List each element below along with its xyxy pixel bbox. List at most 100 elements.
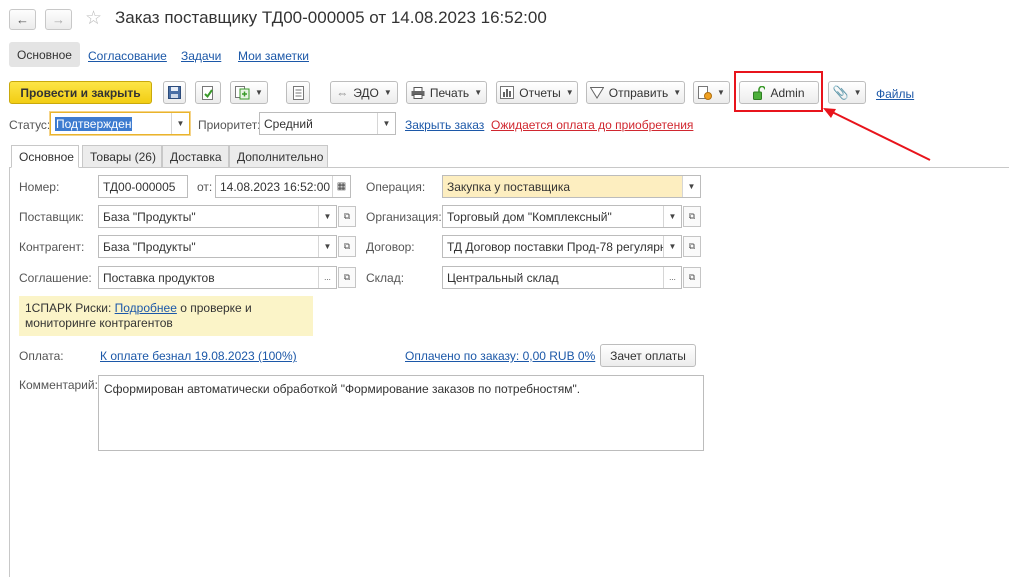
contract-label: Договор:	[366, 240, 415, 254]
send-icon	[589, 86, 604, 99]
spark-risks-panel: 1СПАРК Риски: Подробнее о проверке и мон…	[19, 296, 313, 336]
counterparty-label: Контрагент:	[19, 240, 85, 254]
nav-main[interactable]: Основное	[9, 42, 80, 67]
back-button[interactable]: ←	[9, 9, 36, 30]
open-icon: ⧉	[343, 241, 351, 251]
calendar-icon[interactable]: ▦	[332, 176, 350, 197]
comment-textarea[interactable]: Сформирован автоматически обработкой "Фо…	[98, 375, 704, 451]
open-supplier-button[interactable]: ⧉	[338, 206, 356, 227]
post-document-icon	[202, 85, 213, 100]
agreement-field[interactable]: Поставка продуктов ...	[98, 266, 337, 289]
organization-field[interactable]: Торговый дом "Комплексный" ▼	[442, 205, 682, 228]
print-button[interactable]: Печать ▼	[406, 81, 487, 104]
open-icon: ⧉	[688, 241, 696, 251]
annotation-arrow	[823, 108, 931, 161]
operation-select[interactable]: Закупка у поставщика ▼	[442, 175, 701, 198]
attachment-button[interactable]: 📎 ▼	[828, 81, 866, 104]
nav-approval[interactable]: Согласование	[88, 49, 167, 63]
paperclip-icon: 📎	[832, 84, 849, 100]
status-select[interactable]: Подтвержден ▼	[50, 112, 190, 135]
date-field[interactable]: 14.08.2023 16:52:00 ▦	[215, 175, 351, 198]
chevron-down-icon: ▼	[853, 88, 862, 97]
reports-button[interactable]: Отчеты ▼	[496, 81, 578, 104]
printer-icon	[411, 86, 425, 99]
document-list-button[interactable]	[286, 81, 310, 104]
priority-select[interactable]: Средний ▼	[259, 112, 396, 135]
chevron-down-icon[interactable]: ▼	[171, 113, 189, 134]
chevron-down-icon[interactable]: ▼	[377, 113, 395, 134]
chevron-down-icon: ▼	[383, 88, 392, 97]
priority-label: Приоритет:	[198, 118, 261, 132]
date-from-label: от:	[197, 180, 213, 194]
open-icon: ⧉	[688, 272, 696, 282]
open-icon: ⧉	[343, 272, 351, 282]
organization-label: Организация:	[366, 210, 442, 224]
spark-details-link[interactable]: Подробнее	[115, 301, 177, 315]
tab-additional[interactable]: Дополнительно	[229, 145, 328, 168]
send-button[interactable]: Отправить ▼	[586, 81, 685, 104]
payment-schedule-link[interactable]: К оплате безнал 19.08.2023 (100%)	[100, 349, 297, 363]
open-icon: ⧉	[688, 211, 696, 221]
counterparty-field[interactable]: База "Продукты" ▼	[98, 235, 337, 258]
chevron-down-icon: ▼	[255, 88, 263, 97]
close-order-link[interactable]: Закрыть заказ	[405, 118, 484, 132]
chevron-down-icon: ▼	[717, 88, 725, 97]
operation-label: Операция:	[366, 180, 426, 194]
chevron-down-icon: ▼	[565, 88, 574, 97]
open-counterparty-button[interactable]: ⧉	[338, 236, 356, 257]
star-icon[interactable]: ☆	[85, 7, 102, 30]
tab-goods[interactable]: Товары (26)	[82, 145, 162, 168]
related-documents-button[interactable]: ▼	[693, 81, 730, 104]
number-label: Номер:	[19, 180, 60, 194]
reports-icon	[500, 86, 515, 99]
create-based-on-icon	[235, 85, 250, 99]
more-icon[interactable]: ...	[663, 267, 681, 288]
tab-divider	[9, 167, 1009, 168]
arrow-right-icon: →	[52, 12, 65, 27]
open-agreement-button[interactable]: ⧉	[338, 267, 356, 288]
arrow-left-icon: ←	[16, 12, 29, 27]
supplier-field[interactable]: База "Продукты" ▼	[98, 205, 337, 228]
related-documents-icon	[698, 85, 713, 100]
contract-field[interactable]: ТД Договор поставки Прод-78 регулярны ▼	[442, 235, 682, 258]
nav-my-notes[interactable]: Мои заметки	[238, 49, 309, 63]
page-title: Заказ поставщику ТД00-000005 от 14.08.20…	[115, 8, 547, 27]
chevron-down-icon[interactable]: ▼	[682, 176, 700, 197]
open-contract-button[interactable]: ⧉	[683, 236, 701, 257]
supplier-label: Поставщик:	[19, 210, 84, 224]
create-based-on-button[interactable]: ▼	[230, 81, 268, 104]
post-button[interactable]	[195, 81, 221, 104]
tab-panel-border	[9, 167, 10, 577]
chevron-down-icon[interactable]: ▼	[663, 206, 681, 227]
open-organization-button[interactable]: ⧉	[683, 206, 701, 227]
chevron-down-icon[interactable]: ▼	[318, 236, 336, 257]
files-link[interactable]: Файлы	[876, 87, 914, 101]
open-icon: ⧉	[343, 211, 351, 221]
tab-main[interactable]: Основное	[11, 145, 79, 168]
list-icon	[292, 85, 304, 100]
payment-label: Оплата:	[19, 349, 64, 363]
chevron-down-icon[interactable]: ▼	[663, 236, 681, 257]
spark-prefix: 1СПАРК Риски:	[25, 301, 112, 315]
payment-offset-button[interactable]: Зачет оплаты	[600, 344, 696, 367]
paid-by-order-link[interactable]: Оплачено по заказу: 0,00 RUB 0%	[405, 349, 595, 363]
status-label: Статус:	[9, 118, 51, 132]
spark-suffix: о проверке и	[180, 301, 252, 315]
warehouse-field[interactable]: Центральный склад ...	[442, 266, 682, 289]
edo-button[interactable]: ⇔ ЭДО ▼	[330, 81, 398, 104]
nav-tasks[interactable]: Задачи	[181, 49, 221, 63]
save-button[interactable]	[163, 81, 186, 104]
awaiting-payment-link[interactable]: Ожидается оплата до приобретения	[491, 118, 693, 132]
chevron-down-icon[interactable]: ▼	[318, 206, 336, 227]
save-icon	[168, 86, 181, 99]
more-icon[interactable]: ...	[318, 267, 336, 288]
tab-delivery[interactable]: Доставка	[162, 145, 229, 168]
number-field[interactable]: ТД00-000005	[98, 175, 188, 198]
warehouse-label: Склад:	[366, 271, 405, 285]
post-and-close-button[interactable]: Провести и закрыть	[9, 81, 152, 104]
open-warehouse-button[interactable]: ⧉	[683, 267, 701, 288]
forward-button[interactable]: →	[45, 9, 72, 30]
comment-label: Комментарий:	[19, 378, 98, 392]
edo-icon: ⇔	[336, 85, 349, 100]
spark-line2: мониторинге контрагентов	[25, 316, 173, 330]
